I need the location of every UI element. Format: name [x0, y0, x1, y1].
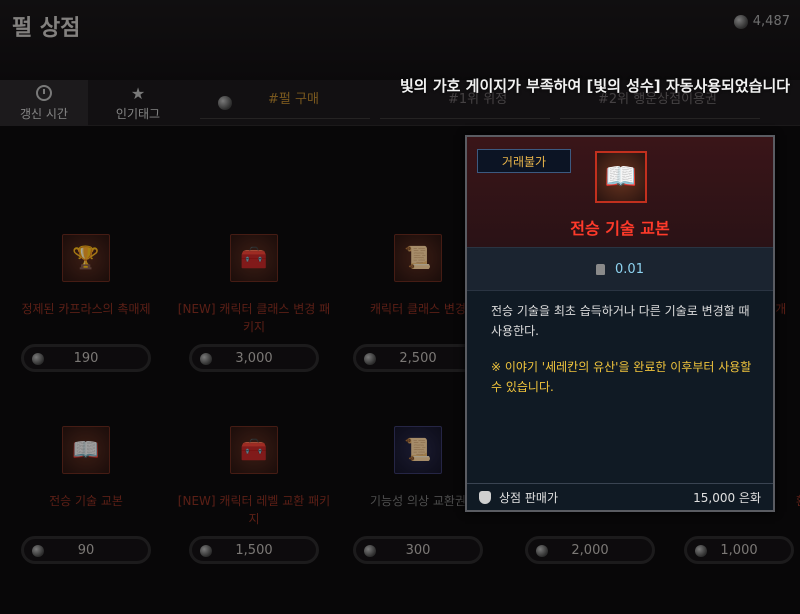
- tab-popular-tags-label: 인기태그: [115, 107, 161, 121]
- pearl-icon: [364, 545, 376, 557]
- system-notice: 빛의 가호 게이지가 부족하여 [빛의 성수] 자동사용되었습니다: [400, 77, 791, 95]
- product-name: [NEW] 캐릭터 레벨 교환 패키지: [177, 494, 331, 526]
- price-button[interactable]: 2,500: [353, 344, 483, 372]
- chest-icon: 🧰: [230, 426, 278, 474]
- sell-price-value: 15,000 은화: [693, 490, 761, 505]
- sell-price-row: 상점 판매가 15,000 은화: [467, 483, 773, 510]
- pearl-icon: [536, 545, 548, 557]
- product-card[interactable]: 🧰 [NEW] 캐릭터 레벨 교환 패키지 1,500: [176, 426, 332, 564]
- divider: [380, 118, 550, 119]
- page-title: 펄 상점: [12, 16, 81, 41]
- tab-popular-tags[interactable]: ★ 인기태그: [94, 80, 182, 126]
- chest-icon: 🧰: [230, 234, 278, 282]
- scroll-icon: 📜: [394, 234, 442, 282]
- chalice-icon: 🏆: [62, 234, 110, 282]
- item-description: 전승 기술을 최초 습득하거나 다른 기술로 변경할 때 사용한다.: [491, 304, 750, 338]
- pearl-icon: [200, 545, 212, 557]
- item-requirement-note: ※ 이야기 '세레칸의 유산'을 완료한 이후부터 사용할 수 있습니다.: [491, 360, 752, 394]
- price-button[interactable]: 1,500: [189, 536, 319, 564]
- scroll-icon: 📜: [394, 426, 442, 474]
- pearl-balance-value: 4,487: [752, 14, 790, 29]
- pearl-icon: [32, 545, 44, 557]
- tooltip-header: 거래불가 📖 전승 기술 교본: [467, 137, 773, 247]
- pearl-icon: [200, 353, 212, 365]
- pearl-icon: [695, 545, 707, 557]
- top-bar: [0, 0, 800, 80]
- hashtag-pearl-purchase[interactable]: #펄 구매: [268, 88, 319, 107]
- book-icon: 📖: [62, 426, 110, 474]
- tab-refresh-time-label: 갱신 시간: [20, 107, 68, 121]
- sell-price-label: 상점 판매가: [499, 490, 559, 505]
- pearl-icon: [32, 353, 44, 365]
- pearl-icon: [218, 96, 232, 110]
- product-name: 정제된 카프라스의 촉매제: [21, 302, 151, 316]
- product-name: 전승 기술 교본: [49, 494, 123, 508]
- product-name: [NEW] 캐릭터 클래스 변경 패키지: [177, 302, 331, 334]
- tab-refresh-time[interactable]: 갱신 시간: [0, 80, 88, 126]
- divider: [200, 118, 370, 119]
- price-value: 2,000: [571, 542, 609, 558]
- price-button[interactable]: 2,000: [525, 536, 655, 564]
- item-weight-value: 0.01: [615, 261, 644, 277]
- price-value: 1,000: [720, 542, 758, 558]
- price-value: 1,500: [235, 542, 273, 558]
- clock-icon: [36, 85, 52, 101]
- price-button[interactable]: 190: [21, 344, 151, 372]
- product-card[interactable]: 📖 전승 기술 교본 90: [8, 426, 164, 564]
- price-value: 3,000: [235, 350, 273, 366]
- book-icon: 📖: [595, 151, 647, 203]
- price-button[interactable]: 1,000: [684, 536, 794, 564]
- divider: [560, 118, 760, 119]
- product-card[interactable]: 🧰 [NEW] 캐릭터 클래스 변경 패키지 3,000: [176, 234, 332, 372]
- product-card[interactable]: 🏆 정제된 카프라스의 촉매제 190: [8, 234, 164, 372]
- untradeable-badge: 거래불가: [477, 149, 571, 173]
- weight-icon: [596, 263, 606, 275]
- price-value: 2,500: [399, 350, 437, 366]
- tooltip-item-name: 전승 기술 교본: [570, 219, 670, 238]
- price-button[interactable]: 90: [21, 536, 151, 564]
- star-icon: ★: [130, 84, 146, 103]
- item-weight: 0.01: [467, 247, 773, 291]
- price-value: 300: [405, 542, 431, 558]
- price-button[interactable]: 3,000: [189, 344, 319, 372]
- pearl-icon: [733, 14, 748, 29]
- pearl-balance: 4,487: [733, 14, 790, 29]
- price-value: 190: [73, 350, 99, 366]
- price-value: 90: [77, 542, 95, 558]
- money-bag-icon: [479, 490, 491, 504]
- item-tooltip: 거래불가 📖 전승 기술 교본 0.01 전승 기술을 최초 습득하거나 다른 …: [465, 135, 775, 512]
- pearl-icon: [364, 353, 376, 365]
- price-button[interactable]: 300: [353, 536, 483, 564]
